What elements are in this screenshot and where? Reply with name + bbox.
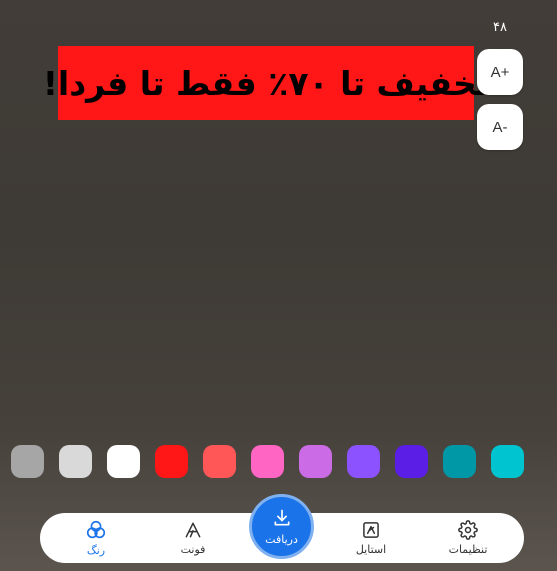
color-circles-icon [85, 519, 107, 541]
nav-label-settings: تنظیمات [448, 543, 488, 556]
increase-font-size-button[interactable]: A+ [477, 49, 523, 95]
download-label: دریافت [265, 532, 298, 546]
color-swatch[interactable] [443, 445, 476, 478]
nav-item-color[interactable]: رنگ [56, 513, 136, 563]
color-swatch[interactable] [299, 445, 332, 478]
color-swatch[interactable] [347, 445, 380, 478]
nav-label-color: رنگ [86, 544, 106, 557]
color-swatch[interactable] [395, 445, 428, 478]
color-swatch[interactable] [155, 445, 188, 478]
text-banner[interactable]: تخفیف تا ۷۰٪ فقط تا فردا! [43, 46, 489, 120]
color-swatch[interactable] [203, 445, 236, 478]
decrease-font-size-button[interactable]: A- [477, 104, 523, 150]
nav-label-font: فونت [180, 543, 206, 556]
nav-label-style: استایل [355, 543, 387, 556]
nav-item-settings[interactable]: تنظیمات [428, 513, 508, 563]
increase-font-size-label: A+ [490, 63, 510, 81]
color-swatch[interactable] [251, 445, 284, 478]
color-swatch[interactable] [491, 445, 524, 478]
download-button[interactable]: دریافت [249, 494, 314, 559]
style-icon [361, 520, 381, 540]
download-icon [272, 508, 292, 531]
banner-text: تخفیف تا ۷۰٪ فقط تا فردا! [42, 63, 490, 103]
color-swatch[interactable] [107, 445, 140, 478]
decrease-font-size-label: A- [492, 118, 508, 136]
color-swatch-row [0, 445, 557, 479]
color-swatch[interactable] [11, 445, 44, 478]
color-swatch[interactable] [59, 445, 92, 478]
gear-icon [458, 520, 478, 540]
font-size-readout: ۴۸ [493, 20, 507, 35]
font-icon [183, 520, 203, 540]
nav-item-style[interactable]: استایل [331, 513, 411, 563]
nav-item-font[interactable]: فونت [153, 513, 233, 563]
